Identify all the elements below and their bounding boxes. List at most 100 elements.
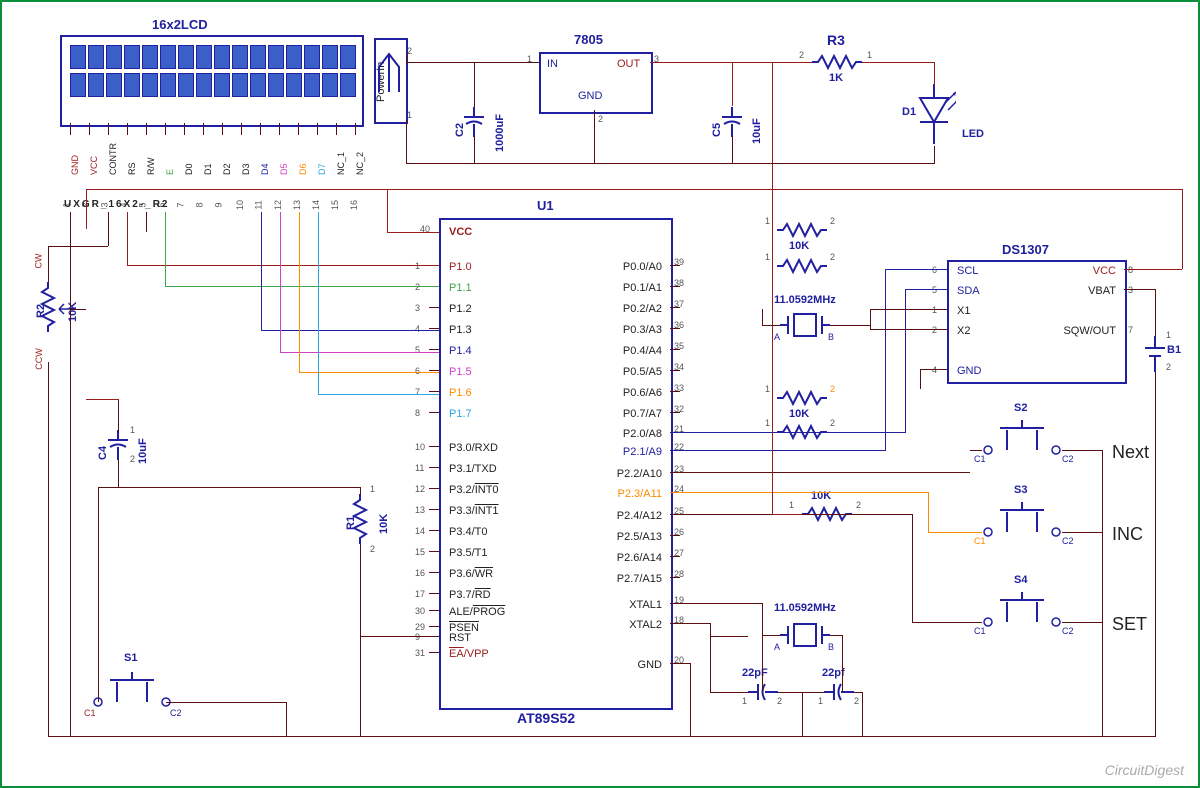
schematic-frame: 16x2LCD GND1VCC2CONTR3RS4R/W5E6D07D18D29… xyxy=(0,0,1200,788)
lcd-pin-num: 13 xyxy=(292,200,302,210)
rtc-pin-num: 7 xyxy=(1128,325,1133,335)
mcu-pin-num: 29 xyxy=(415,622,425,632)
mcu-pin-label: P2.2/A10 xyxy=(552,468,662,480)
mcu-pin-num: 2 xyxy=(415,282,420,292)
rtc-pin-label: X1 xyxy=(957,305,970,317)
power-in-icon xyxy=(377,52,401,112)
pu1-val: 10K xyxy=(789,240,809,252)
mcu-pin-label: P0.7/A7 xyxy=(552,408,662,420)
rtc-pin-label: GND xyxy=(957,365,981,377)
cap-c5 xyxy=(722,107,742,137)
reg-out: OUT xyxy=(617,58,640,70)
mcu-pin-label: P3.3/INT1 xyxy=(449,505,499,517)
lcd-pin-label: D7 xyxy=(317,163,327,175)
mcu-pin-label: XTAL2 xyxy=(552,619,662,631)
lcd-pin-label: D2 xyxy=(222,163,232,175)
rtc-title: DS1307 xyxy=(1002,242,1049,257)
cap-xtal1 xyxy=(748,682,778,702)
r1-val: 10K xyxy=(378,514,390,534)
mcu-pin-num: 12 xyxy=(415,484,425,494)
mcu-pin-num: 9 xyxy=(415,632,420,642)
rtc-pin-num: 5 xyxy=(932,285,937,295)
xtal-c1: 22pF xyxy=(742,667,768,679)
mcu-pin-num: 1 xyxy=(415,261,420,271)
lcd-pin-label: E xyxy=(165,169,175,175)
lcd-pin-label: D4 xyxy=(260,163,270,175)
mcu-pin-label: P3.0/RXD xyxy=(449,442,498,454)
mcu-pin-label: P0.6/A6 xyxy=(552,387,662,399)
c4-name: C4 xyxy=(97,446,109,460)
lcd-pin-num: 11 xyxy=(254,200,264,209)
lcd-component xyxy=(60,35,364,127)
r2-ccw: CCW xyxy=(34,348,44,370)
mcu-pin-label: P0.0/A0 xyxy=(552,261,662,273)
reg-in: IN xyxy=(547,58,558,70)
mcu-pin-label: P0.3/A3 xyxy=(552,324,662,336)
reg-title: 7805 xyxy=(574,32,603,47)
lcd-pin-label: D1 xyxy=(203,163,213,175)
switch-s2 xyxy=(982,420,1062,460)
lcd-pin-num: 9 xyxy=(214,202,224,207)
mcu-pin-num: 31 xyxy=(415,648,425,658)
mcu-pin-label: P1.4 xyxy=(449,345,472,357)
rtc-pin-label: SDA xyxy=(957,285,980,297)
label-inc: INC xyxy=(1112,524,1143,545)
lcd-pin-label: D3 xyxy=(241,163,251,175)
reg-gnd: GND xyxy=(578,90,602,102)
mcu-pin-label: ALE/PROG xyxy=(449,606,505,618)
mcu-pin-num: 17 xyxy=(415,589,425,599)
s2-name: S2 xyxy=(1014,402,1027,414)
mcu-pin-label: P0.5/A5 xyxy=(552,366,662,378)
res-pullup-2 xyxy=(777,258,827,274)
mcu-pin-label: P2.1/A9 xyxy=(552,446,662,458)
s3-name: S3 xyxy=(1014,484,1027,496)
mcu-pin-num: 13 xyxy=(415,505,425,515)
s1-name: S1 xyxy=(124,652,137,664)
lcd-pin-label: RS xyxy=(127,162,137,175)
d1-label: LED xyxy=(962,128,984,140)
rtc-pin-num: 1 xyxy=(932,305,937,315)
mcu-pin-label: P1.6 xyxy=(449,387,472,399)
rtc-pin-label: SCL xyxy=(957,265,978,277)
d1-name: D1 xyxy=(902,106,916,118)
switch-s3 xyxy=(982,502,1062,542)
mcu-pin-label: P1.5 xyxy=(449,366,472,378)
res-r3 xyxy=(812,54,862,70)
r2-cw: CW xyxy=(34,254,44,269)
mcu-pin-label: EA/VPP xyxy=(449,648,489,660)
mcu-pin-label: P3.7/RD xyxy=(449,589,491,601)
rtc-pin-num: 2 xyxy=(932,325,937,335)
rtc-pin-label: SQW/OUT xyxy=(1052,325,1116,337)
mcu-part: AT89S52 xyxy=(517,710,575,726)
rtc-pin-label: X2 xyxy=(957,325,970,337)
mcu-pin-label: P1.0 xyxy=(449,261,472,273)
lcd-pin-label: VCC xyxy=(89,156,99,175)
c5-name: C5 xyxy=(711,123,723,137)
mcu-pin-label: P0.4/A4 xyxy=(552,345,662,357)
lcd-pin-num: 15 xyxy=(330,200,340,210)
pin-num: 1 xyxy=(407,110,412,120)
lcd-pin-num: 12 xyxy=(273,200,283,210)
mcu-pin-label: P2.3/A11 xyxy=(552,488,662,500)
mcu-pin-num: 7 xyxy=(415,387,420,397)
lcd-pin-label: R/W xyxy=(146,158,156,176)
label-set: SET xyxy=(1112,614,1147,635)
lcd-cell xyxy=(70,45,86,69)
r2-name: R2 xyxy=(35,304,47,318)
r1-name: R1 xyxy=(345,516,357,530)
cap-c4 xyxy=(108,430,128,460)
mcu-pin-label: GND xyxy=(552,659,662,671)
pu2-val: 10K xyxy=(789,408,809,420)
mcu-pin-label: P0.2/A2 xyxy=(552,303,662,315)
lcd-pin-label: D6 xyxy=(298,163,308,175)
mcu-pin-num: 3 xyxy=(415,303,420,313)
mcu-pin-label: P2.7/A15 xyxy=(552,573,662,585)
battery-b1 xyxy=(1145,336,1165,372)
xtal-mcu: 11.0592MHz xyxy=(774,602,836,614)
mcu-pin-num: 14 xyxy=(415,526,425,536)
mcu-pin-num: 4 xyxy=(415,324,420,334)
crystal-mcu xyxy=(780,620,830,650)
lcd-pin-label: GND xyxy=(70,155,80,175)
mcu-pin-label: XTAL1 xyxy=(552,599,662,611)
s4-name: S4 xyxy=(1014,574,1027,586)
